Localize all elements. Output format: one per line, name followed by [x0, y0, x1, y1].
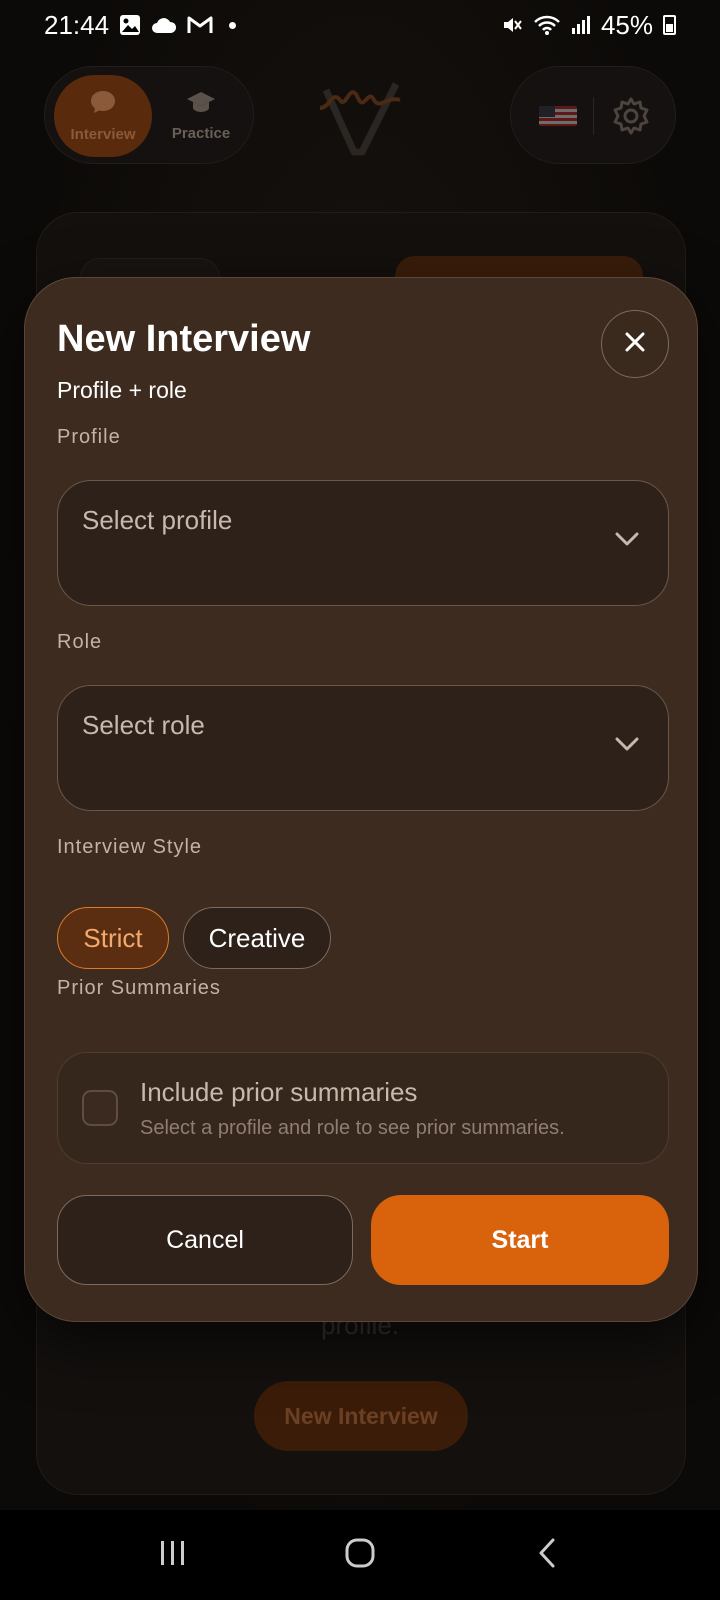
divider — [593, 97, 594, 135]
role-select-value: Select role — [82, 710, 205, 740]
prior-summaries-option: Include prior summaries Select a profile… — [57, 1052, 669, 1164]
interview-style-label: Interview Style — [57, 836, 203, 858]
gear-icon[interactable] — [611, 96, 651, 141]
role-select[interactable]: Select role — [57, 685, 669, 811]
app-logo-icon — [316, 70, 406, 160]
home-button[interactable] — [320, 1525, 400, 1585]
new-interview-modal: New Interview Profile + role Profile Sel… — [24, 277, 698, 1322]
tab-practice-label: Practice — [171, 125, 231, 142]
chat-bubble-icon — [89, 89, 117, 120]
profile-select[interactable]: Select profile — [57, 480, 669, 606]
background-new-interview-button: New Interview — [254, 1381, 468, 1451]
chevron-down-icon — [614, 531, 640, 552]
top-right-controls — [510, 66, 676, 164]
tab-practice[interactable]: Practice — [155, 75, 247, 157]
tab-interview-label: Interview — [70, 126, 136, 143]
modal-title: New Interview — [57, 318, 311, 360]
navigation-bar — [0, 1510, 720, 1600]
back-icon — [537, 1537, 557, 1574]
close-button[interactable] — [601, 310, 669, 378]
profile-label: Profile — [57, 426, 121, 448]
recent-apps-button[interactable] — [133, 1525, 213, 1585]
prior-summaries-label: Prior Summaries — [57, 977, 221, 999]
chevron-down-icon — [614, 736, 640, 757]
graduation-cap-icon — [186, 90, 216, 119]
start-button[interactable]: Start — [371, 1195, 669, 1285]
cancel-button[interactable]: Cancel — [57, 1195, 353, 1285]
home-icon — [344, 1537, 376, 1574]
screen: 21:44 45% Interview Practice profile. Ne… — [0, 0, 720, 1600]
tab-interview[interactable]: Interview — [54, 75, 152, 157]
profile-select-value: Select profile — [82, 505, 233, 535]
include-prior-summaries-checkbox[interactable] — [82, 1090, 118, 1126]
us-flag-icon[interactable] — [539, 106, 577, 126]
recent-apps-icon — [158, 1539, 188, 1572]
prior-summaries-hint: Select a profile and role to see prior s… — [140, 1117, 565, 1139]
prior-summaries-checkbox-label: Include prior summaries — [140, 1077, 418, 1107]
style-chip-creative[interactable]: Creative — [183, 907, 331, 969]
back-button[interactable] — [507, 1525, 587, 1585]
close-icon — [624, 331, 646, 358]
mode-tab-bar: Interview Practice — [44, 66, 254, 164]
role-label: Role — [57, 631, 103, 653]
style-chip-strict[interactable]: Strict — [57, 907, 169, 969]
modal-subtitle: Profile + role — [57, 377, 187, 403]
